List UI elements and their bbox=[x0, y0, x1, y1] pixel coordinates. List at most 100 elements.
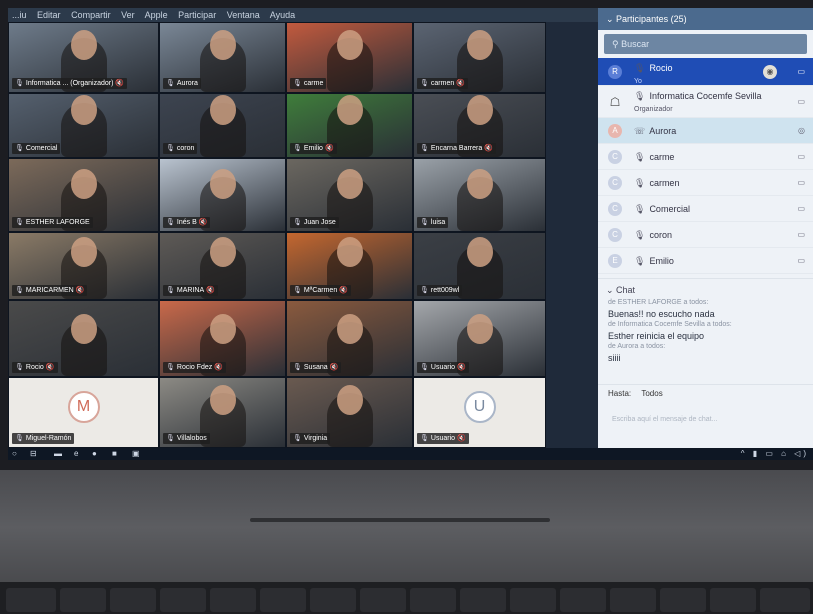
name-tag: 🎙 Rocio 🔇 bbox=[12, 362, 58, 373]
video-tile[interactable]: 🎙 Rocio 🔇 bbox=[8, 300, 159, 377]
video-tile[interactable]: 🎙 Aurora bbox=[159, 22, 286, 93]
mic-icon: 🎙 bbox=[293, 435, 302, 442]
camera-icon[interactable]: ◎ bbox=[798, 118, 805, 144]
camera-icon[interactable]: ▭ bbox=[797, 170, 805, 196]
camera-icon[interactable]: ▭ bbox=[797, 196, 805, 222]
video-tile[interactable]: 🎙 Encarna Barrera 🔇 bbox=[413, 93, 546, 158]
participant-row[interactable]: E 🎙 Emilio ▭ bbox=[598, 248, 813, 274]
tile-name: ESTHER LAFORGE bbox=[25, 219, 90, 226]
keyboard-key bbox=[260, 588, 306, 612]
organizer-icon: ☖ bbox=[609, 95, 621, 109]
chat-messages: de ESTHER LAFORGE a todos: Buenas!! no es… bbox=[598, 298, 813, 364]
name-tag: 🎙 Informatica ... (Organizador) 🔇 bbox=[12, 78, 128, 89]
tile-name: Susana bbox=[303, 364, 328, 371]
chat-header[interactable]: ⌄ Chat bbox=[598, 278, 813, 298]
menu-item-apple[interactable]: Apple bbox=[145, 10, 168, 20]
video-tile[interactable]: 🎙 Usuario 🔇 bbox=[413, 300, 546, 377]
video-tile[interactable]: 🎙 ESTHER LAFORGE bbox=[8, 158, 159, 232]
muted-icon: 🔇 bbox=[484, 145, 493, 152]
participant-row[interactable]: C 🎙 carme ▭ bbox=[598, 144, 813, 170]
menu-item-editar[interactable]: Editar bbox=[37, 10, 61, 20]
name-tag: 🎙 MARICARMEN 🔇 bbox=[12, 285, 88, 296]
video-tile[interactable]: M 🎙 Miguel-Ramón bbox=[8, 377, 159, 448]
camera-icon[interactable]: ▭ bbox=[797, 222, 805, 248]
chat-sender: de Aurora a todos: bbox=[608, 343, 666, 350]
tile-name: Miguel-Ramón bbox=[25, 435, 72, 442]
search-input[interactable]: ⚲ Buscar bbox=[604, 34, 807, 54]
mic-icon: 🎙 bbox=[420, 145, 429, 152]
mic-icon: 🎙 bbox=[293, 364, 302, 371]
folder-icon[interactable]: ▬ bbox=[54, 448, 62, 460]
video-tile[interactable]: 🎙 Villalobos bbox=[159, 377, 286, 448]
mic-icon: 🎙 bbox=[634, 152, 646, 162]
video-tile[interactable]: 🎙 Comercial bbox=[8, 93, 159, 158]
camera-icon[interactable]: ▭ bbox=[797, 58, 805, 86]
keyboard-key bbox=[210, 588, 256, 612]
menu-item-0[interactable]: ...iu bbox=[12, 10, 27, 20]
video-tile[interactable]: 🎙 rett009wl bbox=[413, 232, 546, 300]
task-view-icon[interactable]: ⊟ bbox=[30, 448, 37, 460]
menu-item-compartir[interactable]: Compartir bbox=[71, 10, 111, 20]
muted-icon: 🔇 bbox=[214, 364, 224, 371]
participant-row[interactable]: C 🎙 carmen ▭ bbox=[598, 170, 813, 196]
chrome-icon[interactable]: ● bbox=[92, 448, 97, 460]
video-tile[interactable]: 🎙 Juan Jose bbox=[286, 158, 413, 232]
camera-icon[interactable]: ▭ bbox=[797, 144, 805, 170]
mic-icon: 🎙 bbox=[634, 63, 646, 73]
name-tag: 🎙 Usuario 🔇 bbox=[417, 433, 469, 444]
video-tile[interactable]: U 🎙 Usuario 🔇 bbox=[413, 377, 546, 448]
video-tile[interactable]: 🎙 Rocio Fdez 🔇 bbox=[159, 300, 286, 377]
chat-input[interactable]: Escriba aquí el mensaje de chat... bbox=[608, 408, 803, 432]
menu-item-participar[interactable]: Participar bbox=[178, 10, 216, 20]
video-tile[interactable]: 🎙 luisa bbox=[413, 158, 546, 232]
avatar: U bbox=[463, 390, 496, 423]
mic-icon: 🎙 bbox=[166, 80, 175, 87]
menu-item-ver[interactable]: Ver bbox=[121, 10, 135, 20]
video-tile[interactable]: 🎙 MARINA 🔇 bbox=[159, 232, 286, 300]
participant-row-me[interactable]: R 🎙 Rocio Yo ◉ ▭ bbox=[598, 58, 813, 86]
keyboard bbox=[0, 582, 813, 614]
menu-item-ayuda[interactable]: Ayuda bbox=[270, 10, 295, 20]
system-tray-icons[interactable]: ^ ▮ ▭ ⌂ ◁) bbox=[741, 448, 809, 460]
video-tile[interactable]: 🎙 carme bbox=[286, 22, 413, 93]
share-icon[interactable]: ◉ bbox=[763, 65, 777, 79]
participant-role: Organizador bbox=[634, 106, 673, 113]
video-tile[interactable]: 🎙 carmen 🔇 bbox=[413, 22, 546, 93]
camera-icon[interactable]: ▭ bbox=[797, 248, 805, 274]
webex-icon[interactable]: ▣ bbox=[132, 448, 140, 460]
video-tile[interactable]: 🎙 Virginia bbox=[286, 377, 413, 448]
participant-row[interactable]: C 🎙 coron ▭ bbox=[598, 222, 813, 248]
camera-icon[interactable]: ▭ bbox=[797, 86, 805, 118]
search-icon[interactable]: ○ bbox=[12, 448, 17, 460]
chat-recipient[interactable]: Hasta: Todos bbox=[598, 384, 813, 402]
name-tag: 🎙 Villalobos bbox=[163, 433, 210, 444]
video-tile[interactable]: 🎙 coron bbox=[159, 93, 286, 158]
participant-face bbox=[70, 237, 97, 267]
video-tile[interactable]: 🎙 Informatica ... (Organizador) 🔇 bbox=[8, 22, 159, 93]
screen: ...iu Editar Compartir Ver Apple Partici… bbox=[8, 8, 813, 460]
tile-name: luisa bbox=[430, 219, 446, 226]
participant-row[interactable]: A ☏ Aurora ◎ bbox=[598, 118, 813, 144]
edge-icon[interactable]: e bbox=[74, 448, 78, 460]
name-tag: 🎙 coron bbox=[163, 143, 198, 154]
name-tag: 🎙 Aurora bbox=[163, 78, 201, 89]
store-icon[interactable]: ■ bbox=[112, 448, 117, 460]
video-tile[interactable]: 🎙 Susana 🔇 bbox=[286, 300, 413, 377]
video-tile[interactable]: 🎙 MªCarmen 🔇 bbox=[286, 232, 413, 300]
tile-name: MARICARMEN bbox=[25, 287, 74, 294]
participants-header[interactable]: ⌄ Participantes (25) bbox=[598, 8, 813, 30]
name-tag: 🎙 MARINA 🔇 bbox=[163, 285, 218, 296]
participant-row[interactable]: C 🎙 Comercial ▭ bbox=[598, 196, 813, 222]
mic-icon: 🎙 bbox=[420, 219, 429, 226]
participant-face bbox=[466, 30, 493, 60]
chat-to-value[interactable]: Todos bbox=[641, 389, 662, 398]
muted-icon: 🔇 bbox=[339, 287, 348, 294]
participant-face bbox=[209, 95, 236, 125]
name-tag: 🎙 carme bbox=[290, 78, 327, 89]
video-tile[interactable]: 🎙 Emilio 🔇 bbox=[286, 93, 413, 158]
participant-row-organizer[interactable]: ☖ 🎙 Informatica Cocemfe Sevilla Organizad… bbox=[598, 86, 813, 118]
menu-item-ventana[interactable]: Ventana bbox=[227, 10, 260, 20]
video-tile[interactable]: 🎙 Inés B 🔇 bbox=[159, 158, 286, 232]
video-tile[interactable]: 🎙 MARICARMEN 🔇 bbox=[8, 232, 159, 300]
tile-name: carme bbox=[303, 80, 324, 87]
